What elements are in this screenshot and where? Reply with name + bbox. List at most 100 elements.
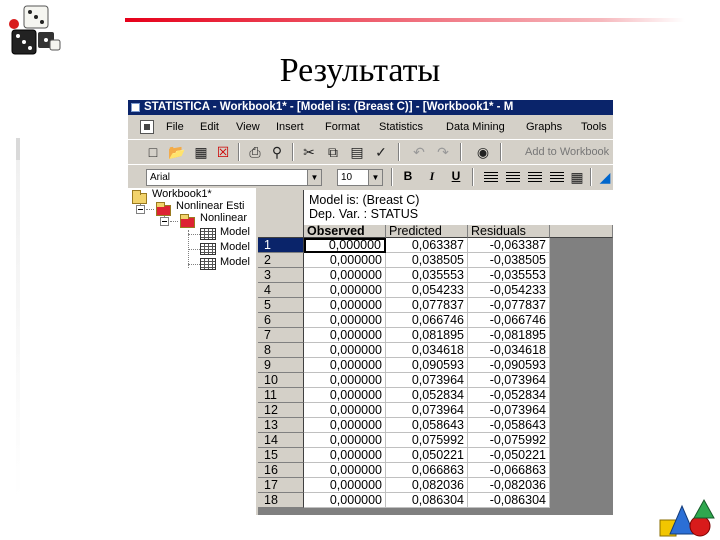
residual-cell[interactable]: -0,035553 xyxy=(468,268,550,283)
tree-item-model[interactable]: Model xyxy=(220,226,250,238)
workbook-system-icon[interactable] xyxy=(140,120,154,134)
sheet-corner[interactable] xyxy=(258,190,304,238)
save-icon[interactable]: ▦ xyxy=(192,143,210,161)
chevron-down-icon[interactable]: ▼ xyxy=(368,170,382,185)
menu-view[interactable]: View xyxy=(236,121,260,133)
cut-icon[interactable]: ✂ xyxy=(300,143,318,161)
residual-cell[interactable]: -0,066746 xyxy=(468,313,550,328)
residual-cell[interactable]: -0,063387 xyxy=(468,238,550,253)
row-header[interactable]: 13 xyxy=(258,418,304,433)
observed-cell[interactable]: 0,000000 xyxy=(304,283,386,298)
residual-cell[interactable]: -0,090593 xyxy=(468,358,550,373)
underline-button[interactable]: U xyxy=(448,169,464,183)
menu-insert[interactable]: Insert xyxy=(276,121,304,133)
row-header[interactable]: 18 xyxy=(258,493,304,508)
redo-icon[interactable]: ↷ xyxy=(434,143,452,161)
column-header-residuals[interactable]: Residuals xyxy=(468,225,550,238)
predicted-cell[interactable]: 0,058643 xyxy=(386,418,468,433)
row-header[interactable]: 12 xyxy=(258,403,304,418)
font-size-select[interactable]: 10 ▼ xyxy=(337,169,383,186)
observed-cell[interactable]: 0,000000 xyxy=(304,298,386,313)
predicted-cell[interactable]: 0,038505 xyxy=(386,253,468,268)
residual-cell[interactable]: -0,066863 xyxy=(468,463,550,478)
predicted-cell[interactable]: 0,034618 xyxy=(386,343,468,358)
predicted-cell[interactable]: 0,052834 xyxy=(386,388,468,403)
tree-item-workbook[interactable]: Workbook1* xyxy=(152,188,212,200)
residual-cell[interactable]: -0,073964 xyxy=(468,403,550,418)
tree-item-model[interactable]: Model xyxy=(220,241,250,253)
print-icon[interactable]: ⎙ xyxy=(246,143,264,161)
font-name-select[interactable]: Arial ▼ xyxy=(146,169,322,186)
residual-cell[interactable]: -0,052834 xyxy=(468,388,550,403)
new-document-icon[interactable]: □ xyxy=(144,143,162,161)
format-painter-icon[interactable]: ✓ xyxy=(372,143,390,161)
row-header[interactable]: 7 xyxy=(258,328,304,343)
observed-cell[interactable]: 0,000000 xyxy=(304,343,386,358)
tree-item-nonlinear-estimation[interactable]: Nonlinear Esti xyxy=(176,200,244,212)
column-header-predicted[interactable]: Predicted xyxy=(386,225,468,238)
menu-data-mining[interactable]: Data Mining xyxy=(446,121,505,133)
row-header[interactable]: 11 xyxy=(258,388,304,403)
residual-cell[interactable]: -0,073964 xyxy=(468,373,550,388)
observed-cell[interactable]: 0,000000 xyxy=(304,268,386,283)
row-header[interactable]: 10 xyxy=(258,373,304,388)
predicted-cell[interactable]: 0,073964 xyxy=(386,373,468,388)
residual-cell[interactable]: -0,086304 xyxy=(468,493,550,508)
borders-icon[interactable]: ◢ xyxy=(596,168,613,186)
observed-cell[interactable]: 0,000000 xyxy=(304,388,386,403)
row-header[interactable]: 6 xyxy=(258,313,304,328)
observed-cell[interactable]: 0,000000 xyxy=(304,253,386,268)
paste-icon[interactable]: ▤ xyxy=(348,143,366,161)
observed-cell[interactable]: 0,000000 xyxy=(304,478,386,493)
predicted-cell[interactable]: 0,066863 xyxy=(386,463,468,478)
residual-cell[interactable]: -0,081895 xyxy=(468,328,550,343)
predicted-cell[interactable]: 0,050221 xyxy=(386,448,468,463)
row-header[interactable]: 9 xyxy=(258,358,304,373)
predicted-cell[interactable]: 0,035553 xyxy=(386,268,468,283)
collapse-toggle[interactable] xyxy=(160,217,169,226)
predicted-cell[interactable]: 0,077837 xyxy=(386,298,468,313)
residual-cell[interactable]: -0,058643 xyxy=(468,418,550,433)
row-header[interactable]: 1 xyxy=(258,238,304,253)
add-to-workbook-button[interactable]: Add to Workbook xyxy=(525,146,609,158)
justify-icon[interactable] xyxy=(550,172,564,183)
observed-cell[interactable]: 0,000000 xyxy=(304,463,386,478)
menu-statistics[interactable]: Statistics xyxy=(379,121,423,133)
predicted-cell[interactable]: 0,063387 xyxy=(386,238,468,253)
row-header[interactable]: 3 xyxy=(258,268,304,283)
bold-button[interactable]: B xyxy=(400,169,416,183)
collapse-toggle[interactable] xyxy=(136,205,145,214)
cell-format-icon[interactable]: ▦ xyxy=(568,168,586,186)
residual-cell[interactable]: -0,034618 xyxy=(468,343,550,358)
tree-item-model[interactable]: Model xyxy=(220,256,250,268)
predicted-cell[interactable]: 0,075992 xyxy=(386,433,468,448)
observed-cell[interactable]: 0,000000 xyxy=(304,358,386,373)
menu-file[interactable]: File xyxy=(166,121,184,133)
residual-cell[interactable]: -0,075992 xyxy=(468,433,550,448)
align-right-icon[interactable] xyxy=(528,172,542,183)
residual-cell[interactable]: -0,050221 xyxy=(468,448,550,463)
menu-edit[interactable]: Edit xyxy=(200,121,219,133)
observed-cell[interactable]: 0,000000 xyxy=(304,238,386,253)
menu-graphs[interactable]: Graphs xyxy=(526,121,562,133)
observed-cell[interactable]: 0,000000 xyxy=(304,493,386,508)
observed-cell[interactable]: 0,000000 xyxy=(304,403,386,418)
predicted-cell[interactable]: 0,073964 xyxy=(386,403,468,418)
row-header[interactable]: 16 xyxy=(258,463,304,478)
predicted-cell[interactable]: 0,082036 xyxy=(386,478,468,493)
find-binoculars-icon[interactable]: ◉ xyxy=(474,143,492,161)
copy-icon[interactable]: ⧉ xyxy=(324,143,342,161)
observed-cell[interactable]: 0,000000 xyxy=(304,448,386,463)
predicted-cell[interactable]: 0,054233 xyxy=(386,283,468,298)
observed-cell[interactable]: 0,000000 xyxy=(304,373,386,388)
menu-format[interactable]: Format xyxy=(325,121,360,133)
menu-tools[interactable]: Tools xyxy=(581,121,607,133)
predicted-cell[interactable]: 0,066746 xyxy=(386,313,468,328)
residual-cell[interactable]: -0,082036 xyxy=(468,478,550,493)
row-header[interactable]: 4 xyxy=(258,283,304,298)
predicted-cell[interactable]: 0,086304 xyxy=(386,493,468,508)
row-header[interactable]: 14 xyxy=(258,433,304,448)
residual-cell[interactable]: -0,077837 xyxy=(468,298,550,313)
row-header[interactable]: 8 xyxy=(258,343,304,358)
undo-icon[interactable]: ↶ xyxy=(410,143,428,161)
